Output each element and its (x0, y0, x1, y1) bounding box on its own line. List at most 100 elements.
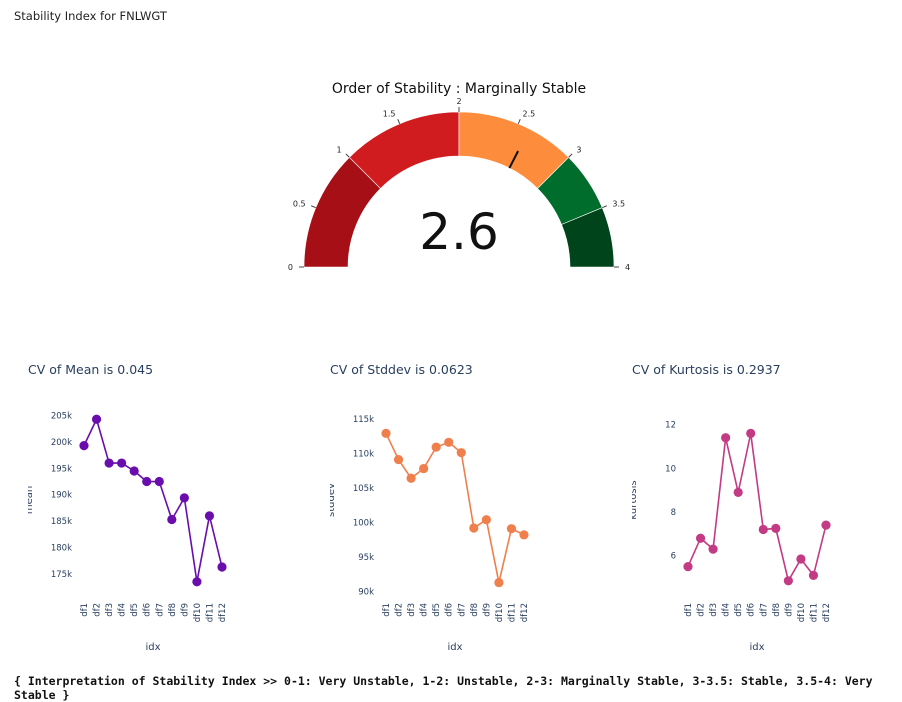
chart-mean-xtick-2: df3 (105, 603, 115, 617)
chart-kurtosis-ylabel: kurtosis (632, 480, 639, 519)
chart-stddev-ytick-5: 115k (353, 415, 374, 425)
chart-mean-point-7 (167, 514, 177, 525)
chart-mean-point-2 (104, 458, 114, 468)
chart-stddev-point-7 (469, 523, 479, 533)
chart-stddev-point-11 (519, 530, 529, 540)
chart-stddev-xtick-7: df8 (470, 603, 480, 617)
chart-stddev-panel: CV of Stddev is 0.0623 90k 95k 100k 105k 110… (326, 355, 630, 653)
chart-kurtosis-ytick-2: 10 (665, 464, 676, 474)
chart-kurtosis-xtick-8: df9 (784, 603, 794, 617)
chart-kurtosis-xtick-6: df7 (759, 603, 769, 617)
chart-stddev-xtick-4: df5 (432, 603, 442, 617)
chart-mean-point-8 (179, 493, 189, 503)
chart-mean-point-5 (142, 476, 152, 487)
gauge-tick-label-6: 3 (576, 146, 581, 155)
chart-mean-point-0 (79, 441, 89, 451)
chart-mean-ytick-3: 190k (51, 491, 72, 501)
chart-kurtosis-xtick-4: df5 (734, 603, 744, 617)
chart-mean-xtick-4: df5 (130, 603, 140, 617)
gauge-svg: Order of Stability : Marginally Stable 0 0… (288, 81, 630, 272)
chart-stddev-point-3 (419, 463, 429, 474)
chart-kurtosis-panel: CV of Kurtosis is 0.2937 6 8 10 12 kurtosis d… (628, 355, 902, 653)
chart-mean-xtick-11: df12 (218, 603, 228, 622)
chart-kurtosis-xtick-11: df12 (822, 603, 832, 622)
chart-kurtosis-xtick-5: df6 (747, 603, 757, 617)
chart-mean-point-6 (154, 476, 164, 487)
chart-kurtosis-xtick-0: df1 (684, 603, 694, 617)
chart-mean-point-3 (117, 458, 127, 468)
chart-stddev-ytick-4: 110k (353, 449, 374, 459)
chart-stddev-point-10 (506, 524, 517, 534)
chart-stddev-title: CV of Stddev is 0.0623 (330, 362, 473, 377)
chart-stddev-point-5 (444, 437, 454, 447)
chart-kurtosis-point-0 (683, 562, 693, 572)
chart-stddev-xtick-5: df6 (445, 603, 455, 617)
chart-mean-xtick-1: df2 (93, 603, 103, 617)
chart-stddev-xtick-9: df10 (495, 603, 505, 622)
chart-kurtosis-point-11 (821, 520, 831, 530)
gauge-tick-label-4: 2 (456, 97, 461, 106)
chart-mean-ytick-0: 175k (51, 570, 72, 580)
chart-stddev-xtick-3: df4 (420, 603, 430, 617)
chart-stddev-ytick-0: 90k (358, 588, 374, 598)
chart-mean-xlabel: idx (145, 642, 160, 650)
chart-kurtosis-point-4 (733, 487, 743, 497)
gauge-tick-label-0: 0 (288, 263, 293, 272)
chart-stddev-xlabel: idx (447, 642, 462, 650)
chart-stddev-point-0 (381, 428, 391, 438)
chart-stddev-point-1 (393, 454, 404, 465)
chart-kurtosis-point-10 (808, 570, 819, 580)
chart-kurtosis-point-3 (721, 433, 731, 443)
gauge-tick-3 (397, 118, 401, 124)
gauge-tick-label-5: 2.5 (523, 110, 536, 119)
chart-mean-ytick-2: 185k (51, 517, 72, 527)
chart-kurtosis-point-6 (758, 524, 768, 535)
chart-stddev-point-2 (406, 473, 416, 483)
chart-kurtosis-point-5 (746, 428, 756, 438)
chart-kurtosis-xtick-10: df11 (809, 603, 819, 622)
chart-stddev-point-6 (456, 448, 466, 458)
chart-kurtosis-xtick-1: df2 (697, 603, 707, 617)
chart-stddev-xtick-8: df9 (482, 603, 492, 617)
chart-stddev-point-8 (481, 515, 491, 525)
chart-mean-point-9 (192, 577, 202, 587)
chart-mean-point-1 (91, 414, 102, 424)
chart-mean-title: CV of Mean is 0.045 (28, 362, 154, 377)
chart-kurtosis-point-8 (783, 576, 793, 586)
chart-stddev-svg: 90k 95k 100k 105k 110k 115k stddev df1 df2 df3 df4… (326, 415, 530, 653)
chart-mean-series-line (83, 416, 223, 582)
gauge-tick-label-2: 1 (337, 146, 342, 155)
page-title: Stability Index for FNLWGT (14, 9, 167, 23)
stability-gauge: Order of Stability : Marginally Stable 0 0… (280, 72, 640, 282)
chart-stddev-xtick-6: df7 (457, 603, 467, 617)
chart-mean-xtick-8: df9 (180, 603, 190, 617)
chart-mean-svg: 175k180k185k190k195k200k205kmeandf1 df2 df… (24, 412, 228, 653)
chart-kurtosis-point-9 (796, 554, 806, 564)
chart-mean-ylabel: mean (28, 486, 35, 514)
chart-mean-xtick-10: df11 (205, 603, 215, 622)
chart-kurtosis-xtick-2: df3 (709, 603, 719, 617)
gauge-tick-2 (345, 153, 350, 158)
chart-kurtosis-ytick-1: 8 (671, 508, 676, 518)
chart-stddev-xtick-1: df2 (395, 603, 405, 617)
chart-mean-panel: CV of Mean is 0.045 175k 180k 185k 190k 195k… (24, 355, 328, 653)
chart-mean-xtick-3: df4 (118, 603, 128, 617)
chart-kurtosis-xtick-3: df4 (722, 603, 732, 617)
chart-mean-ytick-4: 195k (51, 464, 72, 474)
gauge-tick-label-7: 3.5 (612, 199, 625, 208)
gauge-tick-label-3: 1.5 (383, 110, 396, 119)
chart-kurtosis-xtick-7: df8 (772, 603, 782, 617)
chart-stddev-ytick-3: 105k (353, 484, 374, 494)
gauge-tick-label-8: 4 (625, 263, 630, 272)
chart-mean-xtick-7: df8 (168, 603, 178, 617)
chart-stddev-xtick-11: df12 (520, 603, 530, 622)
chart-kurtosis-title: CV of Kurtosis is 0.2937 (632, 362, 781, 377)
chart-kurtosis-point-1 (695, 533, 706, 543)
chart-kurtosis-xtick-9: df10 (797, 603, 807, 622)
gauge-title: Order of Stability : Marginally Stable (332, 81, 586, 97)
chart-stddev-ytick-2: 100k (353, 518, 374, 528)
gauge-tick-1 (310, 205, 316, 209)
gauge-tick-label-1: 0.5 (293, 199, 306, 208)
chart-kurtosis-ytick-3: 12 (665, 421, 676, 431)
chart-kurtosis-ytick-0: 6 (671, 552, 676, 562)
